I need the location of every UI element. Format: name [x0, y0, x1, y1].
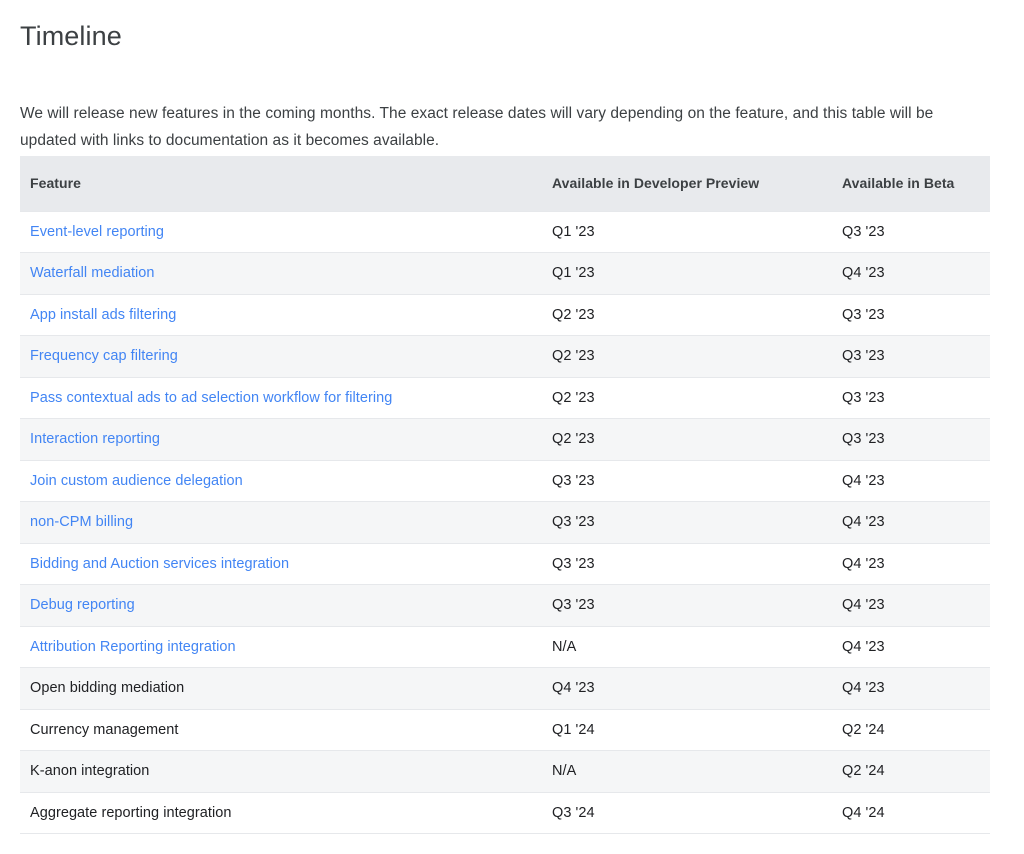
cell-beta: Q4 '23 [831, 626, 990, 668]
cell-feature: Join custom audience delegation [20, 460, 541, 502]
table-row: K-anon integration N/A Q2 '24 [20, 750, 990, 793]
cell-developer-preview: Q2 '23 [541, 294, 831, 336]
timeline-table-wrapper: Feature Available in Developer Preview A… [20, 156, 990, 834]
cell-feature: Attribution Reporting integration [20, 626, 541, 668]
cell-feature: Event-level reporting [20, 210, 541, 253]
cell-feature: Currency management [20, 709, 541, 751]
table-row: Waterfall mediation Q1 '23 Q4 '23 [20, 252, 990, 295]
table-row: Currency management Q1 '24 Q2 '24 [20, 709, 990, 751]
table-row: Interaction reporting Q2 '23 Q3 '23 [20, 418, 990, 461]
cell-developer-preview: Q3 '23 [541, 460, 831, 502]
cell-feature: Interaction reporting [20, 418, 541, 461]
table-row: Aggregate reporting integration Q3 '24 Q4 … [20, 792, 990, 834]
cell-developer-preview: Q1 '24 [541, 709, 831, 751]
cell-beta: Q3 '23 [831, 377, 990, 419]
cell-beta: Q3 '23 [831, 294, 990, 336]
feature-link[interactable]: App install ads filtering [30, 307, 176, 323]
feature-link[interactable]: Debug reporting [30, 597, 135, 613]
table-header: Feature Available in Developer Preview A… [20, 156, 990, 211]
column-header-feature: Feature [20, 156, 541, 211]
cell-beta: Q4 '23 [831, 252, 990, 295]
cell-feature: Waterfall mediation [20, 252, 541, 295]
table-row: Frequency cap filtering Q2 '23 Q3 '23 [20, 335, 990, 378]
cell-developer-preview: Q1 '23 [541, 210, 831, 253]
cell-developer-preview: Q3 '23 [541, 501, 831, 544]
cell-feature: Pass contextual ads to ad selection work… [20, 377, 541, 419]
table-body: Event-level reporting Q1 '23 Q3 '23 Waterfa… [20, 210, 990, 834]
table-row: Join custom audience delegation Q3 '23 Q4 … [20, 460, 990, 502]
feature-link[interactable]: Attribution Reporting integration [30, 639, 236, 655]
cell-beta: Q3 '23 [831, 418, 990, 461]
cell-beta: Q2 '24 [831, 709, 990, 751]
cell-feature: App install ads filtering [20, 294, 541, 336]
page-title: Timeline [20, 21, 122, 51]
feature-link[interactable]: Frequency cap filtering [30, 348, 178, 364]
cell-feature: K-anon integration [20, 750, 541, 793]
cell-feature: Debug reporting [20, 584, 541, 627]
feature-link[interactable]: Pass contextual ads to ad selection work… [30, 390, 392, 406]
feature-link[interactable]: Event-level reporting [30, 224, 164, 240]
cell-beta: Q3 '23 [831, 335, 990, 378]
cell-beta: Q2 '24 [831, 750, 990, 793]
timeline-table: Feature Available in Developer Preview A… [20, 156, 990, 834]
cell-developer-preview: Q2 '23 [541, 418, 831, 461]
feature-label: K-anon integration [30, 763, 150, 780]
feature-link[interactable]: Waterfall mediation [30, 265, 155, 281]
cell-beta: Q4 '23 [831, 584, 990, 627]
feature-link[interactable]: Interaction reporting [30, 431, 160, 447]
feature-label: Aggregate reporting integration [30, 804, 232, 821]
feature-label: Open bidding mediation [30, 680, 185, 697]
column-header-beta: Available in Beta [831, 156, 990, 211]
cell-developer-preview: Q3 '23 [541, 543, 831, 585]
feature-link[interactable]: Join custom audience delegation [30, 473, 243, 489]
cell-developer-preview: Q3 '24 [541, 792, 831, 834]
page-container: Timeline We will release new features in… [0, 0, 1024, 854]
cell-feature: Open bidding mediation [20, 667, 541, 710]
cell-beta: Q4 '23 [831, 543, 990, 585]
feature-link[interactable]: non-CPM billing [30, 514, 133, 530]
cell-developer-preview: Q2 '23 [541, 335, 831, 378]
cell-developer-preview: Q2 '23 [541, 377, 831, 419]
column-header-developer-preview: Available in Developer Preview [541, 156, 831, 211]
cell-developer-preview: Q3 '23 [541, 584, 831, 627]
cell-feature: non-CPM billing [20, 501, 541, 544]
table-row: Attribution Reporting integration N/A Q4 '… [20, 626, 990, 668]
cell-feature: Bidding and Auction services integration [20, 543, 541, 585]
cell-developer-preview: Q1 '23 [541, 252, 831, 295]
table-row: Open bidding mediation Q4 '23 Q4 '23 [20, 667, 990, 710]
cell-beta: Q4 '23 [831, 667, 990, 710]
table-row: Event-level reporting Q1 '23 Q3 '23 [20, 210, 990, 253]
cell-beta: Q4 '23 [831, 501, 990, 544]
cell-beta: Q3 '23 [831, 210, 990, 253]
table-header-row: Feature Available in Developer Preview A… [20, 156, 990, 211]
table-row: Debug reporting Q3 '23 Q4 '23 [20, 584, 990, 627]
table-row: non-CPM billing Q3 '23 Q4 '23 [20, 501, 990, 544]
table-row: Bidding and Auction services integration… [20, 543, 990, 585]
feature-link[interactable]: Bidding and Auction services integration [30, 556, 289, 572]
cell-developer-preview: N/A [541, 750, 831, 793]
cell-beta: Q4 '23 [831, 460, 990, 502]
table-row: Pass contextual ads to ad selection work… [20, 377, 990, 419]
feature-label: Currency management [30, 721, 179, 738]
cell-beta: Q4 '24 [831, 792, 990, 834]
cell-feature: Aggregate reporting integration [20, 792, 541, 834]
intro-paragraph: We will release new features in the comi… [20, 104, 934, 149]
cell-feature: Frequency cap filtering [20, 335, 541, 378]
cell-developer-preview: N/A [541, 626, 831, 668]
table-row: App install ads filtering Q2 '23 Q3 '23 [20, 294, 990, 336]
cell-developer-preview: Q4 '23 [541, 667, 831, 710]
